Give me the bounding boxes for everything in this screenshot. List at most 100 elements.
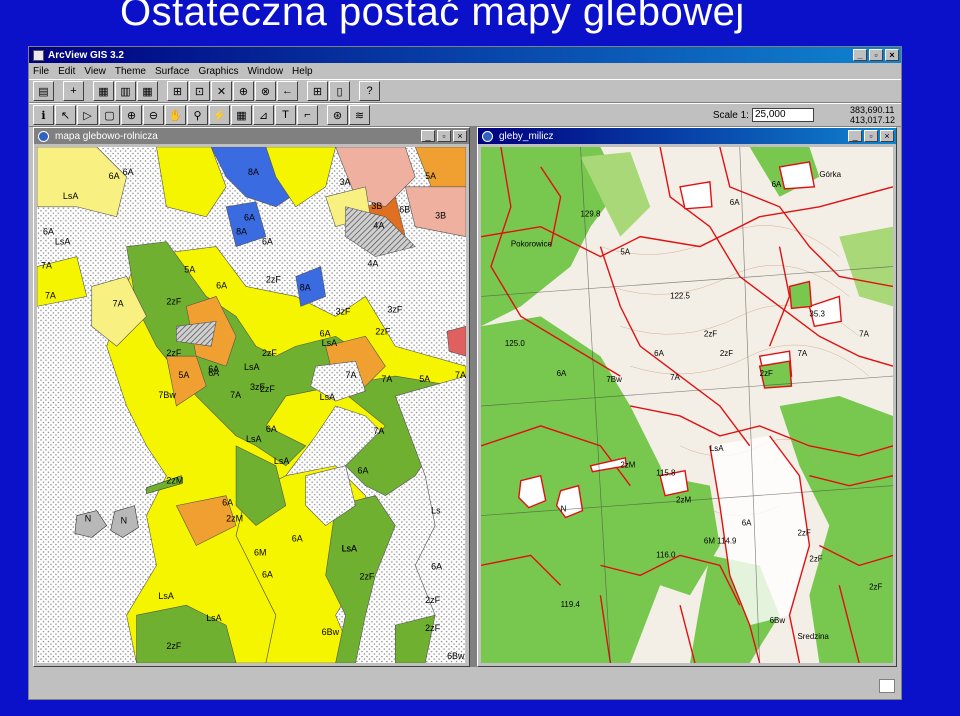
view-close-button[interactable]: ×: [880, 130, 894, 142]
map-label: 7A: [45, 290, 56, 300]
soil-map: 6A 8A6A3A5A3B 6B3BLsA6A4A8A6A6ALsA7A 4A2zF6…: [37, 147, 466, 663]
topo-map: 6A Górka 129.8 Pokorowice 122.5 5A 6A 35.3 125.0…: [481, 147, 893, 663]
map-label: 3zF: [250, 382, 265, 392]
menu-surface[interactable]: Surface: [155, 66, 189, 77]
zoom-in-tool-icon[interactable]: ⊕: [121, 105, 142, 125]
map-label: 7A: [797, 349, 807, 358]
menu-help[interactable]: Help: [292, 66, 313, 77]
map-label: 5A: [419, 374, 430, 384]
view-globe-icon: [38, 130, 49, 142]
view-maximize-button[interactable]: ▫: [437, 130, 451, 142]
draw-icon[interactable]: ⌐: [297, 105, 318, 125]
slide-title: Ostateczna postać mapy glebowej: [120, 0, 745, 34]
view-title-right: gleby_milicz: [499, 130, 554, 142]
maximize-button[interactable]: ▫: [869, 49, 883, 61]
zoom-out-icon[interactable]: ⊗: [255, 81, 276, 101]
map-label: 6A: [262, 237, 273, 247]
map-label: 7A: [230, 390, 241, 400]
map-label: 6Bw: [770, 616, 786, 625]
map-label: 3B: [371, 201, 382, 211]
map-label: 2zM: [620, 461, 635, 470]
tool-bar: ℹ ↖ ▷ ▢ ⊕ ⊖ ✋ ⚲ ⚡ ▦ ⊿ T ⌐ ⊛ ≋ Scale 1: 2…: [29, 103, 901, 127]
view-minimize-button[interactable]: _: [848, 130, 862, 142]
map-label: 2zM: [226, 514, 243, 524]
contour-icon[interactable]: ≋: [349, 105, 370, 125]
identify-icon[interactable]: ℹ: [33, 105, 54, 125]
legend-editor-icon[interactable]: ▥: [115, 81, 136, 101]
pointer-icon[interactable]: ↖: [55, 105, 76, 125]
view-minimize-button[interactable]: _: [421, 130, 435, 142]
map-label: 7Bw: [606, 375, 622, 384]
view-window-left[interactable]: mapa glebowo-rolnicza _ ▫ × 6A 8A 6A 3A …: [33, 127, 470, 667]
select-feature-icon[interactable]: ▢: [99, 105, 120, 125]
map-label: 6A: [292, 533, 303, 543]
map-label: 2zF: [425, 595, 440, 605]
map-label: 4A: [367, 259, 378, 269]
map-label: 2zF: [760, 369, 773, 378]
map-label: LsA: [55, 237, 70, 247]
scale-input[interactable]: 25,000: [751, 108, 814, 122]
zoom-full-icon[interactable]: ⊞: [167, 81, 188, 101]
clear-selection-icon[interactable]: ▯: [329, 81, 350, 101]
vertex-edit-icon[interactable]: ▷: [77, 105, 98, 125]
pan-icon[interactable]: ✋: [165, 105, 186, 125]
label-icon[interactable]: ⊿: [253, 105, 274, 125]
zoom-active-icon[interactable]: ⊡: [189, 81, 210, 101]
map-label: 2zF: [797, 528, 810, 537]
coord-y: 413,017.12: [849, 115, 895, 125]
zoom-in-icon[interactable]: ⊕: [233, 81, 254, 101]
soil-map-canvas[interactable]: 6A 8A 6A 3A 5A 3B 6B 3B LsA 6A 4A 8A 6A 6A LsA 7A 4A 2zF 6…: [37, 147, 466, 663]
menu-window[interactable]: Window: [247, 66, 283, 77]
add-theme-icon[interactable]: +: [63, 81, 84, 101]
map-label: 7A: [670, 373, 680, 382]
view-titlebar-left[interactable]: mapa glebowo-rolnicza _ ▫ ×: [34, 128, 469, 144]
select-features-icon[interactable]: ⊞: [307, 81, 328, 101]
menu-file[interactable]: File: [33, 66, 49, 77]
map-label: 4A: [373, 221, 384, 231]
menu-theme[interactable]: Theme: [115, 66, 146, 77]
zoom-previous-icon[interactable]: ←: [277, 81, 298, 101]
map-label: Górka: [819, 170, 841, 179]
zoom-selected-icon[interactable]: ✕: [211, 81, 232, 101]
view-close-button[interactable]: ×: [453, 130, 467, 142]
view-window-right[interactable]: gleby_milicz _ ▫ × 6A Górka 129.8 Pokoro…: [477, 127, 897, 667]
map-label: 7A: [41, 261, 52, 271]
theme-properties-icon[interactable]: ▦: [93, 81, 114, 101]
area-of-interest-icon[interactable]: ▦: [231, 105, 252, 125]
minimize-button[interactable]: _: [853, 49, 867, 61]
view-globe-icon: [482, 130, 493, 142]
map-label: N: [121, 516, 127, 526]
view-titlebar-right[interactable]: gleby_milicz _ ▫ ×: [478, 128, 896, 144]
map-label: 6M: [254, 547, 266, 557]
map-label: 122.5: [670, 291, 690, 300]
save-icon[interactable]: ▤: [33, 81, 54, 101]
topo-map-canvas[interactable]: 6A Górka 129.8 Pokorowice 122.5 5A 6A 35.3 125.0…: [481, 147, 893, 663]
close-button[interactable]: ×: [885, 49, 899, 61]
map-label: 3zF: [387, 304, 402, 314]
view-title-left: mapa glebowo-rolnicza: [55, 130, 158, 142]
map-label: Pokorowice: [511, 240, 553, 249]
map-label: 7A: [113, 298, 124, 308]
map-label: 5A: [425, 171, 436, 181]
table-icon[interactable]: ▦: [137, 81, 158, 101]
map-label: LsA: [322, 338, 337, 348]
help-icon[interactable]: ?: [359, 81, 380, 101]
menu-view[interactable]: View: [84, 66, 106, 77]
text-icon[interactable]: T: [275, 105, 296, 125]
menu-graphics[interactable]: Graphics: [198, 66, 238, 77]
menu-edit[interactable]: Edit: [58, 66, 75, 77]
zoom-out-tool-icon[interactable]: ⊖: [143, 105, 164, 125]
snap-icon[interactable]: ⊛: [327, 105, 348, 125]
view-maximize-button[interactable]: ▫: [864, 130, 878, 142]
map-label: 6A: [222, 498, 233, 508]
app-titlebar[interactable]: ArcView GIS 3.2 _ ▫ ×: [29, 47, 901, 63]
map-label: LsA: [244, 362, 259, 372]
hotlink-icon[interactable]: ⚡: [209, 105, 230, 125]
map-label: Sredzina: [797, 632, 829, 641]
map-label: 2zF: [359, 571, 374, 581]
map-label: 6M 114.9: [704, 536, 737, 545]
map-label: 7A: [455, 370, 466, 380]
map-label: 7Bw: [158, 390, 176, 400]
map-label: 5A: [178, 370, 189, 380]
measure-icon[interactable]: ⚲: [187, 105, 208, 125]
